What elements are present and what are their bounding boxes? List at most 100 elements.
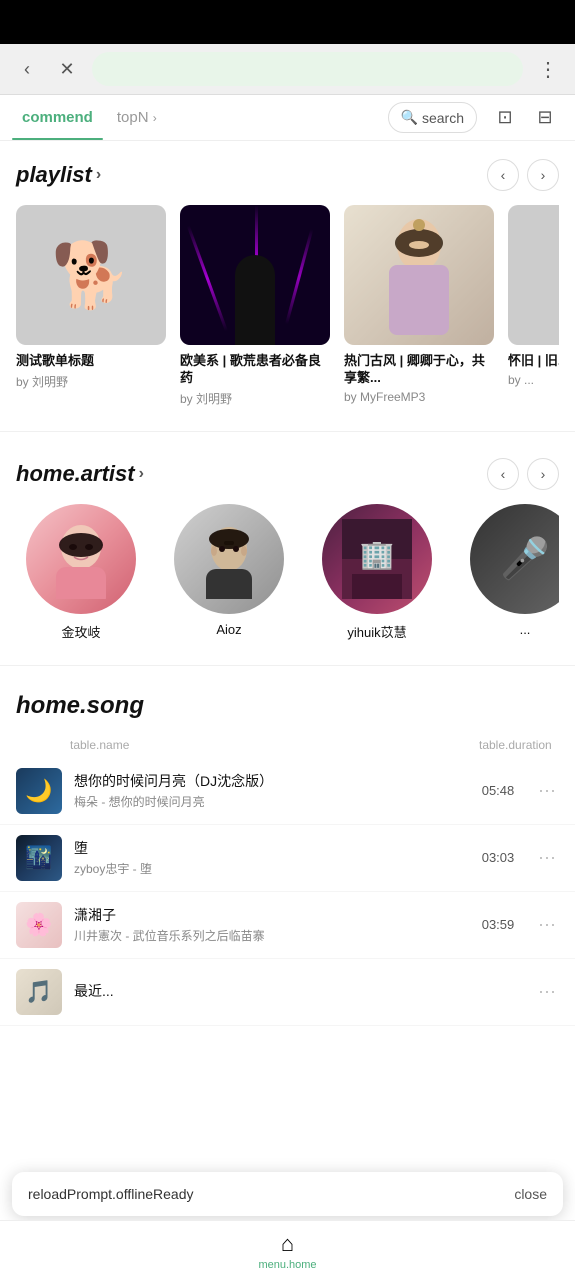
playlist-title[interactable]: playlist › (16, 162, 101, 188)
playlist-prev-arrow[interactable]: ‹ (487, 159, 519, 191)
artist-nav-arrows: ‹ › (487, 458, 559, 490)
song-title-4: 最近... (74, 981, 461, 1001)
playlist-cover-4: 🎵 (508, 205, 559, 345)
song-section-title: home.song (0, 692, 575, 720)
topn-chevron: › (153, 111, 157, 125)
artist-section: home.artist › ‹ › (0, 440, 575, 657)
song-info-2: 堕 zyboy忠宇 - 堕 (74, 838, 461, 877)
offline-toast: reloadPrompt.offlineReady close (12, 1172, 563, 1216)
tab-topn[interactable]: topN › (107, 95, 167, 140)
back-button[interactable]: ‹ (12, 54, 42, 84)
artist-avatar-3: 🏢 (322, 504, 432, 614)
artist-name-3: yihuik苡慧 (347, 622, 406, 641)
artist-avatar-4: 🎤 (470, 504, 559, 614)
song-thumb-2: 🌃 (16, 835, 62, 881)
bottom-padding (0, 1034, 575, 1154)
bottom-nav: ⌂ menu.home (0, 1220, 575, 1280)
playlist-title-4: 怀旧 | 旧... (508, 353, 559, 370)
playlist-header: playlist › ‹ › (16, 159, 559, 191)
playlist-card-3[interactable]: 热门古风 | 卿卿于心，共享繁... by MyFreeMP3 (344, 205, 494, 407)
playlist-chevron: › (96, 166, 101, 184)
song-duration-3: 03:59 (473, 917, 523, 932)
song-duration-1: 05:48 (473, 783, 523, 798)
artist-scroll: 金玫岐 Aioz (16, 504, 559, 649)
url-bar[interactable] (92, 52, 523, 86)
col-header-name: table.name (70, 738, 479, 752)
playlist-author-2: by 刘明野 (180, 390, 330, 407)
song-info-4: 最近... (74, 981, 461, 1003)
playlist-section: playlist › ‹ › 🐕 测试歌单标题 by 刘明野 (0, 141, 575, 423)
tab-bar: commend topN › 🔍 search ⊡ ⊟ (0, 95, 575, 141)
artist-card-1[interactable]: 金玫岐 (16, 504, 146, 641)
playlist-card-4[interactable]: 🎵 怀旧 | 旧... by ... (508, 205, 559, 407)
nav-home-label: menu.home (258, 1259, 316, 1271)
song-more-4[interactable]: ··· (535, 981, 559, 1002)
song-more-2[interactable]: ··· (535, 847, 559, 868)
song-table-header: table.name table.duration (0, 732, 575, 758)
col-header-duration: table.duration (479, 738, 529, 752)
song-more-3[interactable]: ··· (535, 914, 559, 935)
history-button[interactable]: ⊡ (487, 100, 523, 136)
playlist-scroll: 🐕 测试歌单标题 by 刘明野 欧美系 | 歌荒患者必备良药 by 刘明野 (16, 205, 559, 415)
song-thumb-3: 🌸 (16, 902, 62, 948)
browser-chrome: ‹ ✕ ⋮ (0, 44, 575, 95)
playlist-author-3: by MyFreeMP3 (344, 390, 494, 404)
song-row-4[interactable]: 🎵 最近... ··· (0, 959, 575, 1026)
song-duration-2: 03:03 (473, 850, 523, 865)
toast-close-button[interactable]: close (514, 1186, 547, 1202)
song-artist-3: 川井憲次 - 武位音乐系列之后临苗寨 (74, 927, 461, 944)
song-info-1: 想你的时候问月亮（DJ沈念版） 梅朵 - 想你的时候问月亮 (74, 771, 461, 810)
nav-home[interactable]: ⌂ menu.home (258, 1231, 316, 1271)
playlist-title-2: 欧美系 | 歌荒患者必备良药 (180, 353, 330, 387)
playlist-cover-2 (180, 205, 330, 345)
artist-avatar-1 (26, 504, 136, 614)
display-button[interactable]: ⊟ (527, 100, 563, 136)
song-title-3: 潇湘子 (74, 905, 461, 925)
playlist-title-3: 热门古风 | 卿卿于心，共享繁... (344, 353, 494, 387)
search-icon: 🔍 (401, 109, 418, 126)
song-row-3[interactable]: 🌸 潇湘子 川井憲次 - 武位音乐系列之后临苗寨 03:59 ··· (0, 892, 575, 959)
search-button[interactable]: 🔍 search (388, 102, 477, 133)
playlist-cover-3 (344, 205, 494, 345)
song-thumb-1: 🌙 (16, 768, 62, 814)
divider-2 (0, 665, 575, 666)
artist-name-4: ... (520, 622, 531, 637)
playlist-next-arrow[interactable]: › (527, 159, 559, 191)
playlist-title-1: 测试歌单标题 (16, 353, 166, 370)
artist-card-3[interactable]: 🏢 yihuik苡慧 (312, 504, 442, 641)
svg-text:🏢: 🏢 (360, 539, 395, 571)
song-section: home.song table.name table.duration 🌙 想你… (0, 674, 575, 1034)
artist-card-4[interactable]: 🎤 ... (460, 504, 559, 641)
artist-card-2[interactable]: Aioz (164, 504, 294, 641)
song-row-2[interactable]: 🌃 堕 zyboy忠宇 - 堕 03:03 ··· (0, 825, 575, 892)
artist-name-1: 金玫岐 (61, 622, 100, 641)
playlist-cover-1: 🐕 (16, 205, 166, 345)
close-button[interactable]: ✕ (52, 54, 82, 84)
playlist-card-1[interactable]: 🐕 测试歌单标题 by 刘明野 (16, 205, 166, 407)
tab-commend[interactable]: commend (12, 95, 103, 140)
artist-name-2: Aioz (216, 622, 241, 637)
artist-prev-arrow[interactable]: ‹ (487, 458, 519, 490)
more-button[interactable]: ⋮ (533, 54, 563, 84)
playlist-author-1: by 刘明野 (16, 373, 166, 390)
artist-next-arrow[interactable]: › (527, 458, 559, 490)
song-thumb-4: 🎵 (16, 969, 62, 1015)
song-more-1[interactable]: ··· (535, 780, 559, 801)
col-header-more (529, 738, 559, 752)
artist-title[interactable]: home.artist › (16, 461, 144, 487)
playlist-author-4: by ... (508, 373, 559, 387)
song-title-1: 想你的时候问月亮（DJ沈念版） (74, 771, 461, 791)
song-row-1[interactable]: 🌙 想你的时候问月亮（DJ沈念版） 梅朵 - 想你的时候问月亮 05:48 ··… (0, 758, 575, 825)
artist-avatar-2 (174, 504, 284, 614)
song-info-3: 潇湘子 川井憲次 - 武位音乐系列之后临苗寨 (74, 905, 461, 944)
status-bar (0, 0, 575, 44)
song-title-2: 堕 (74, 838, 461, 858)
artist-chevron: › (139, 465, 144, 483)
artist-header: home.artist › ‹ › (16, 458, 559, 490)
playlist-card-2[interactable]: 欧美系 | 歌荒患者必备良药 by 刘明野 (180, 205, 330, 407)
home-icon: ⌂ (281, 1231, 294, 1257)
divider-1 (0, 431, 575, 432)
song-artist-2: zyboy忠宇 - 堕 (74, 860, 461, 877)
toast-text: reloadPrompt.offlineReady (28, 1186, 502, 1202)
playlist-nav-arrows: ‹ › (487, 159, 559, 191)
